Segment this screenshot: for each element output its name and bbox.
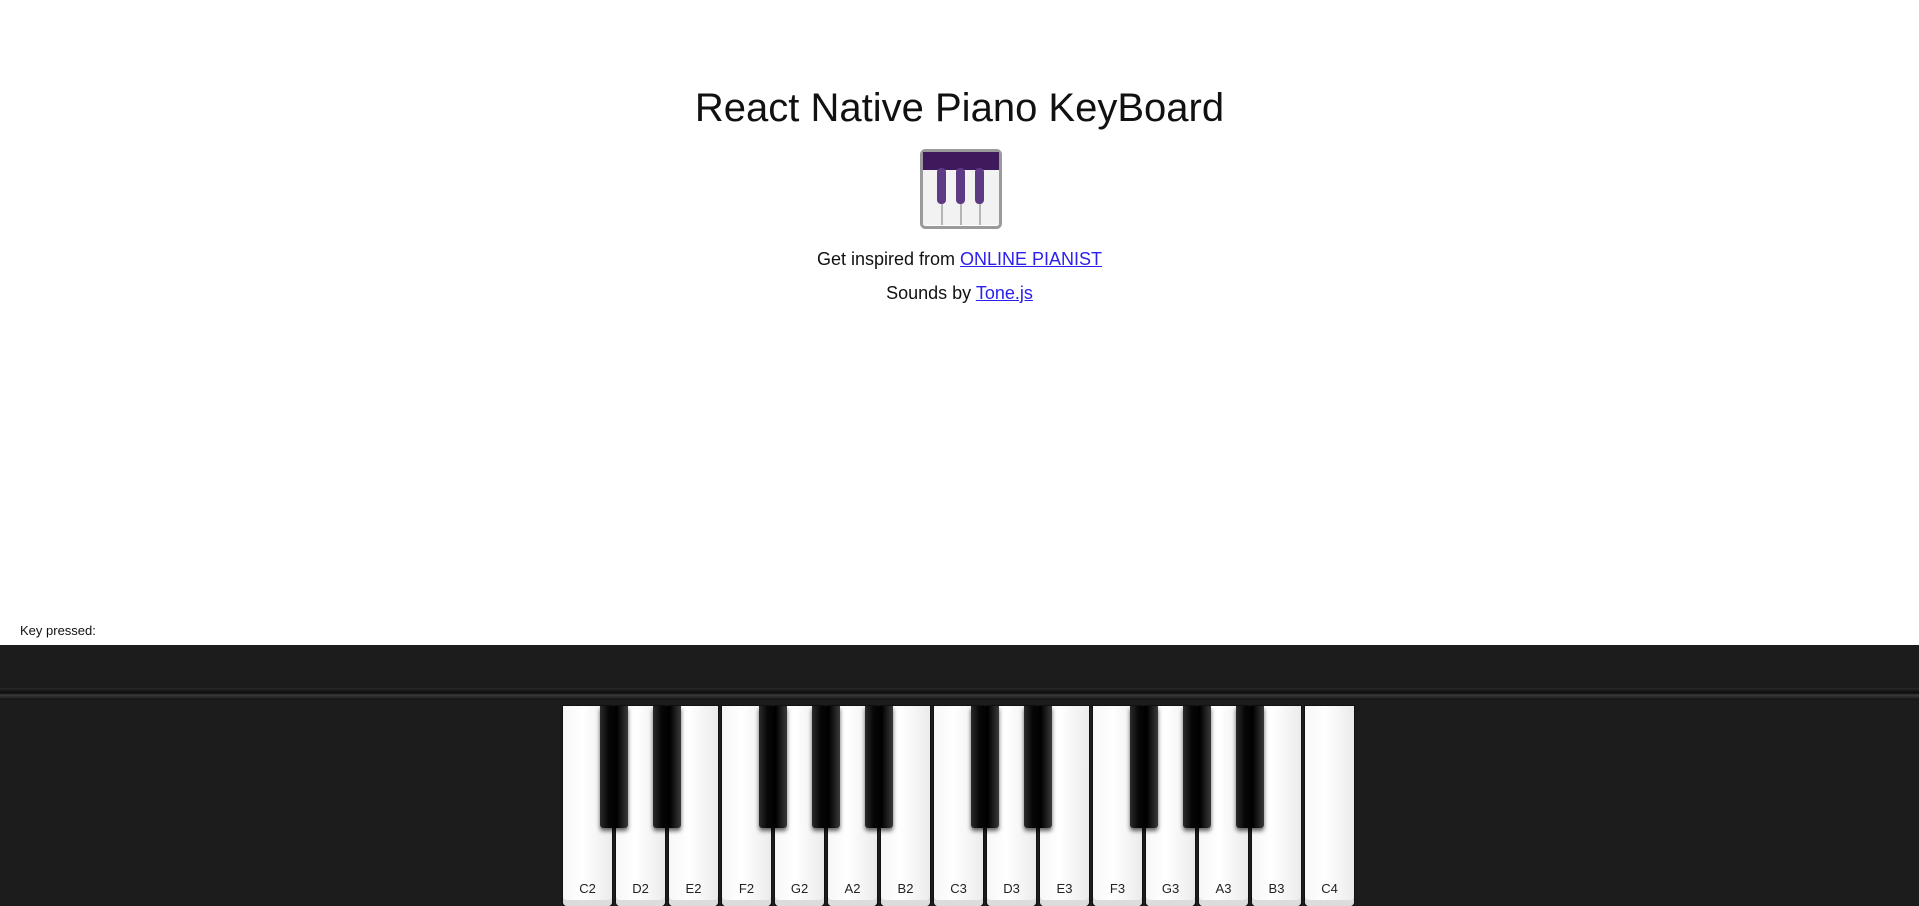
- key-label: D2: [632, 881, 649, 896]
- white-key-c4[interactable]: C4: [1305, 706, 1354, 906]
- page-title: React Native Piano KeyBoard: [694, 86, 1225, 130]
- key-label: C2: [579, 881, 596, 896]
- key-pressed-status: Key pressed:: [20, 623, 96, 638]
- key-label: E2: [685, 881, 702, 896]
- sounds-prefix: Sounds by: [886, 283, 976, 303]
- piano-area: C2 D2 E2 F2 G2 A2 B2 C3 D3 E3 F3 G3 A3 B3 C4: [0, 645, 1919, 906]
- key-label: G3: [1161, 881, 1180, 896]
- online-pianist-link[interactable]: ONLINE PIANIST: [960, 249, 1102, 269]
- black-key-f-sharp3[interactable]: [1130, 706, 1158, 828]
- key-label: A3: [1215, 881, 1232, 896]
- key-label: F3: [1109, 881, 1126, 896]
- black-key-g-sharp3[interactable]: [1183, 706, 1211, 828]
- piano-keyboard: C2 D2 E2 F2 G2 A2 B2 C3 D3 E3 F3 G3 A3 B3 C4: [563, 706, 1358, 906]
- key-label: E3: [1056, 881, 1073, 896]
- key-pressed-label: Key pressed:: [20, 623, 96, 638]
- black-key-f-sharp2[interactable]: [759, 706, 787, 828]
- key-label: C3: [950, 881, 967, 896]
- key-label: B3: [1268, 881, 1285, 896]
- piano-rail: [0, 688, 1919, 700]
- piano-icon: [920, 149, 1002, 229]
- black-key-c-sharp2[interactable]: [600, 706, 628, 828]
- key-label: D3: [1003, 881, 1020, 896]
- black-key-a-sharp3[interactable]: [1236, 706, 1264, 828]
- key-label: B2: [897, 881, 914, 896]
- inspired-text: Get inspired from ONLINE PIANIST: [0, 249, 1919, 270]
- black-key-c-sharp3[interactable]: [971, 706, 999, 828]
- key-label: C4: [1321, 881, 1338, 896]
- key-label: A2: [844, 881, 861, 896]
- black-key-a-sharp2[interactable]: [865, 706, 893, 828]
- key-label: F2: [738, 881, 755, 896]
- black-key-d-sharp2[interactable]: [653, 706, 681, 828]
- page: React Native Piano KeyBoard Get inspired…: [0, 0, 1919, 906]
- sounds-text: Sounds by Tone.js: [0, 283, 1919, 304]
- black-key-g-sharp2[interactable]: [812, 706, 840, 828]
- key-label: G2: [790, 881, 809, 896]
- inspired-prefix: Get inspired from: [816, 249, 961, 269]
- tonejs-link[interactable]: Tone.js: [976, 283, 1033, 303]
- black-key-d-sharp3[interactable]: [1024, 706, 1052, 828]
